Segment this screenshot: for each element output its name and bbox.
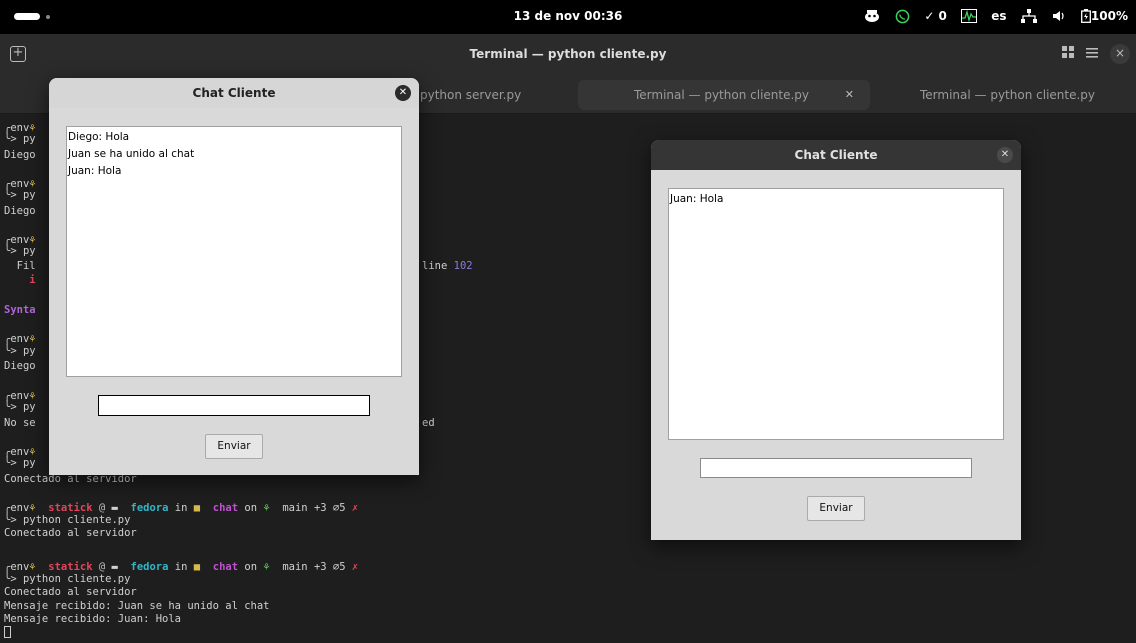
folder-icon: ■ bbox=[193, 561, 201, 573]
terminal-line: Conectado al servidor bbox=[4, 473, 137, 485]
notification-counter[interactable]: ✓ 0 bbox=[924, 8, 947, 24]
terminal-line: ╰> py bbox=[4, 457, 36, 469]
send-button[interactable]: Enviar bbox=[205, 434, 263, 459]
laptop-icon: ▬ bbox=[111, 502, 118, 514]
system-monitor-icon[interactable] bbox=[960, 8, 977, 24]
terminal-line-fragment: line 102 bbox=[422, 260, 473, 272]
message-item: Juan: Hola bbox=[670, 193, 724, 205]
chat-window-juan: Chat Cliente ✕ Juan: Hola Enviar bbox=[651, 140, 1021, 540]
chat-window-diego: Chat Cliente ✕ Diego: Hola Juan se ha un… bbox=[49, 78, 419, 475]
volume-icon[interactable] bbox=[1051, 8, 1067, 24]
prompt-icon: ⚘ bbox=[29, 333, 36, 345]
message-item: Juan se ha unido al chat bbox=[68, 148, 195, 160]
prompt-line: ╭env⚘ statick @ ▬ fedora in ■ chat on ⚘ … bbox=[4, 502, 359, 514]
terminal-line: ╰> py bbox=[4, 345, 36, 357]
terminal-line: ╰> python cliente.py bbox=[4, 514, 131, 526]
messages-area[interactable]: Diego: Hola Juan se ha unido al chat Jua… bbox=[66, 126, 402, 377]
terminal-line: Conectado al servidor bbox=[4, 586, 137, 598]
tab-cliente-active[interactable]: Terminal — python cliente.py ✕ bbox=[578, 80, 870, 110]
terminal-line: ╰> py bbox=[4, 133, 36, 145]
chat-window-title: Chat Cliente bbox=[192, 86, 276, 100]
close-icon[interactable]: ✕ bbox=[997, 147, 1013, 163]
chat-window-titlebar[interactable]: Chat Cliente ✕ bbox=[49, 78, 419, 108]
terminal-line-fragment: ed bbox=[422, 417, 435, 429]
close-tab-icon[interactable]: ✕ bbox=[845, 80, 854, 110]
terminal-line: Diego bbox=[4, 149, 36, 161]
branch-icon: ⚘ bbox=[263, 502, 270, 514]
terminal-line: Diego bbox=[4, 205, 36, 217]
folder-icon: ■ bbox=[193, 502, 201, 514]
send-button[interactable]: Enviar bbox=[807, 496, 865, 521]
message-input[interactable] bbox=[700, 458, 972, 478]
tab-cliente[interactable]: Terminal — python cliente.py bbox=[920, 80, 1130, 110]
terminal-line: ╰> py bbox=[4, 189, 36, 201]
terminal-line: Mensaje recibido: Juan se ha unido al ch… bbox=[4, 600, 270, 612]
tab-label: Terminal — python cliente.py bbox=[634, 88, 810, 102]
tab-server[interactable]: python server.py bbox=[420, 80, 570, 110]
terminal-line: Mensaje recibido: Juan: Hola bbox=[4, 613, 182, 625]
terminal-line: ╭env⚘ bbox=[4, 333, 36, 345]
tab-label: Terminal — python cliente.py bbox=[920, 88, 1096, 102]
terminal-line: ╰> py bbox=[4, 245, 36, 257]
mascot-indicator-icon[interactable] bbox=[864, 8, 880, 24]
messages-area[interactable]: Juan: Hola bbox=[668, 188, 1004, 440]
keyboard-layout-indicator[interactable]: es bbox=[991, 8, 1007, 24]
system-tray[interactable]: ✓ 0 es 100% bbox=[864, 8, 1128, 24]
prompt-icon: ⚘ bbox=[29, 561, 36, 573]
close-window-icon[interactable]: × bbox=[1110, 44, 1130, 64]
battery-icon bbox=[1080, 9, 1091, 23]
message-input[interactable] bbox=[98, 395, 370, 416]
close-icon[interactable]: ✕ bbox=[395, 85, 411, 101]
system-top-bar: 13 de nov 00:36 ✓ 0 es 100% bbox=[0, 0, 1136, 34]
terminal-line: ╰> py bbox=[4, 401, 36, 413]
terminal-line: Fil bbox=[4, 260, 36, 272]
terminal-line: Diego bbox=[4, 360, 36, 372]
tab-label: python server.py bbox=[420, 88, 522, 102]
laptop-icon: ▬ bbox=[111, 561, 118, 573]
terminal-line: Synta bbox=[4, 304, 36, 316]
terminal-headerbar: + Terminal — python cliente.py × bbox=[0, 34, 1136, 76]
terminal-line: i bbox=[4, 274, 36, 286]
battery-indicator[interactable]: 100% bbox=[1080, 8, 1128, 24]
battery-percent: 100% bbox=[1090, 9, 1128, 23]
chat-window-title: Chat Cliente bbox=[794, 148, 878, 162]
prompt-icon: ⚘ bbox=[29, 502, 36, 514]
menu-icon[interactable] bbox=[1086, 46, 1098, 62]
chat-window-titlebar[interactable]: Chat Cliente ✕ bbox=[651, 140, 1021, 170]
terminal-cursor bbox=[4, 626, 11, 639]
tab-overview-icon[interactable] bbox=[1062, 46, 1074, 62]
terminal-line: ╰> python cliente.py bbox=[4, 573, 131, 585]
terminal-line: No se bbox=[4, 417, 36, 429]
message-item: Diego: Hola bbox=[68, 131, 130, 143]
prompt-line: ╭env⚘ statick @ ▬ fedora in ■ chat on ⚘ … bbox=[4, 561, 359, 573]
whatsapp-icon[interactable] bbox=[894, 8, 910, 24]
branch-icon: ⚘ bbox=[263, 561, 270, 573]
network-icon[interactable] bbox=[1020, 8, 1037, 24]
message-item: Juan: Hola bbox=[68, 165, 122, 177]
terminal-window-title: Terminal — python cliente.py bbox=[469, 47, 667, 61]
terminal-line: Conectado al servidor bbox=[4, 527, 137, 539]
window-controls: × bbox=[1062, 44, 1130, 64]
